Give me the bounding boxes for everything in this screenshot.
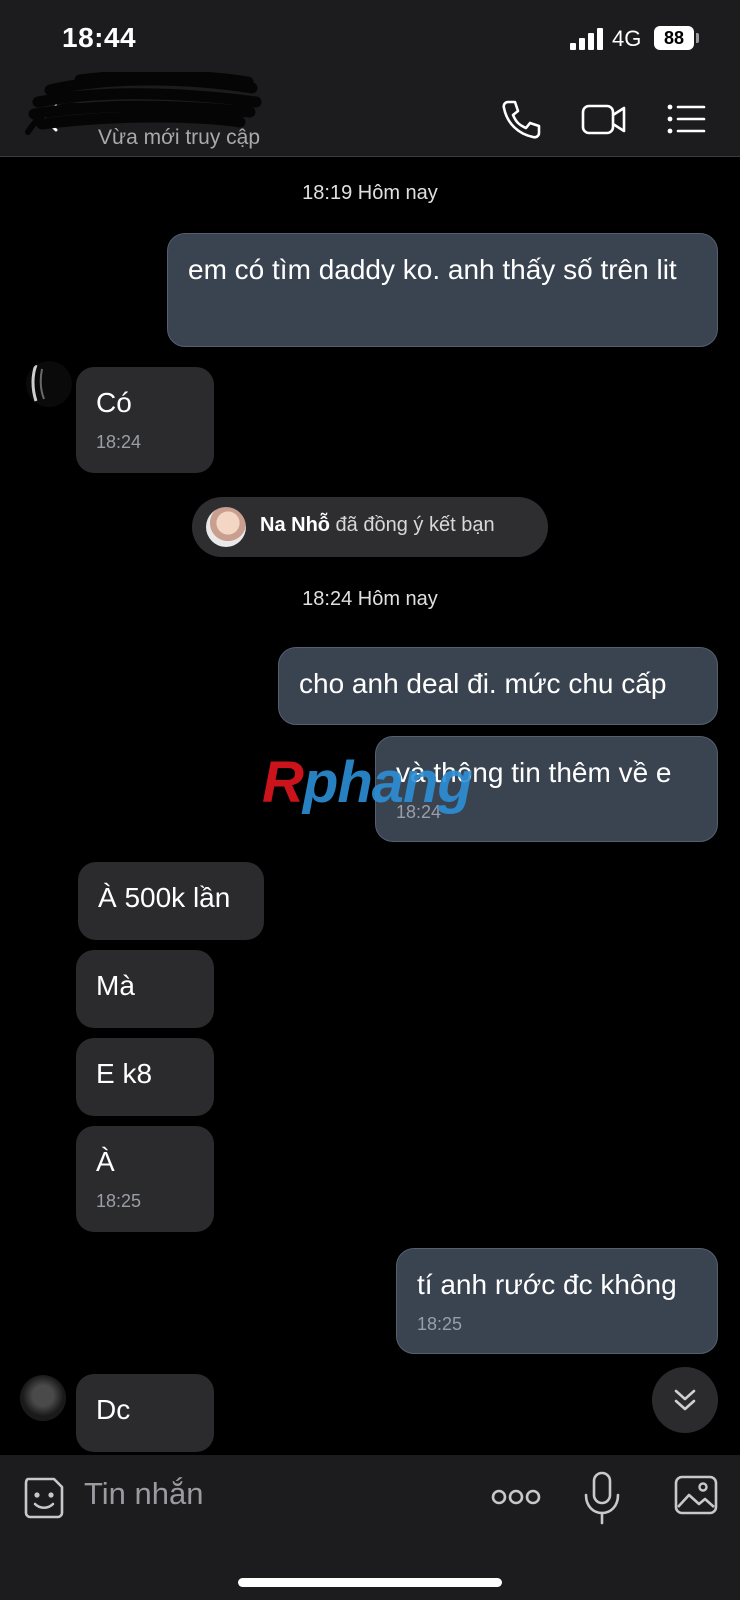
image-icon[interactable] xyxy=(672,1471,720,1519)
message-text: E k8 xyxy=(96,1058,153,1089)
message-text: Có xyxy=(96,387,132,418)
status-time: 18:44 xyxy=(62,22,137,53)
contact-avatar[interactable] xyxy=(20,1375,66,1421)
message-bubble-outgoing[interactable]: em có tìm daddy ko. anh thấy số trên lit xyxy=(167,233,718,347)
avatar-image xyxy=(31,364,45,402)
sticker-icon[interactable] xyxy=(20,1473,68,1521)
signal-icon xyxy=(570,28,603,50)
status-bar: 18:44 4G 88 xyxy=(0,0,740,80)
message-text: cho anh deal đi. mức chu cấp xyxy=(299,668,667,699)
message-text: Dc xyxy=(96,1394,131,1425)
watermark-logo: Rphang xyxy=(262,749,473,816)
message-text: Mà xyxy=(96,970,135,1001)
scroll-down-button[interactable] xyxy=(652,1367,718,1433)
notice-message: đã đồng ý kết bạn xyxy=(330,514,495,536)
message-bubble-incoming[interactable]: À 500k lần xyxy=(78,862,264,940)
notice-name[interactable]: Na Nhỗ xyxy=(260,514,330,536)
message-bubble-incoming[interactable]: Dc xyxy=(76,1374,214,1452)
battery-indicator: 88 xyxy=(654,26,694,50)
message-bubble-outgoing[interactable]: tí anh rước đc không 18:25 xyxy=(396,1248,718,1354)
message-bubble-incoming[interactable]: Có 18:24 xyxy=(76,367,214,473)
phone-icon[interactable] xyxy=(498,96,544,142)
chat-header: Vừa mới truy cập xyxy=(0,72,740,157)
friend-accepted-notice: Na Nhỗ đã đồng ý kết bạn xyxy=(192,497,548,557)
message-input[interactable]: Tin nhắn xyxy=(84,1471,384,1517)
microphone-icon[interactable] xyxy=(578,1469,626,1525)
time-separator: 18:24 Hôm nay xyxy=(302,588,438,610)
watermark-first-letter: R xyxy=(262,750,304,815)
menu-icon[interactable] xyxy=(664,96,710,142)
more-icon[interactable] xyxy=(490,1473,542,1521)
contact-status: Vừa mới truy cập xyxy=(98,126,261,149)
network-label: 4G xyxy=(612,26,642,51)
message-text: em có tìm daddy ko. anh thấy số trên lit xyxy=(188,254,677,285)
message-input-bar: Tin nhắn xyxy=(0,1455,740,1600)
message-bubble-incoming[interactable]: E k8 xyxy=(76,1038,214,1116)
message-time: 18:25 xyxy=(417,1314,463,1334)
double-chevron-down-icon xyxy=(674,1389,696,1411)
message-time: 18:24 xyxy=(96,432,142,452)
contact-avatar[interactable] xyxy=(26,361,72,407)
video-call-icon[interactable] xyxy=(580,96,628,142)
message-bubble-incoming[interactable]: À 18:25 xyxy=(76,1126,214,1232)
chat-area[interactable]: 18:19 Hôm nay em có tìm daddy ko. anh th… xyxy=(0,157,740,1455)
message-text: À 500k lần xyxy=(98,882,231,913)
home-indicator[interactable] xyxy=(238,1578,502,1587)
battery-nub xyxy=(696,33,699,43)
message-text: À xyxy=(96,1146,115,1177)
message-bubble-outgoing[interactable]: cho anh deal đi. mức chu cấp xyxy=(278,647,718,725)
message-bubble-incoming[interactable]: Mà xyxy=(76,950,214,1028)
message-text: tí anh rước đc không xyxy=(417,1269,677,1300)
message-time: 18:25 xyxy=(96,1191,142,1211)
notice-text: Na Nhỗ đã đồng ý kết bạn xyxy=(260,514,495,537)
watermark-rest: phang xyxy=(302,750,473,815)
time-separator: 18:19 Hôm nay xyxy=(302,182,438,204)
notice-avatar xyxy=(206,507,246,547)
